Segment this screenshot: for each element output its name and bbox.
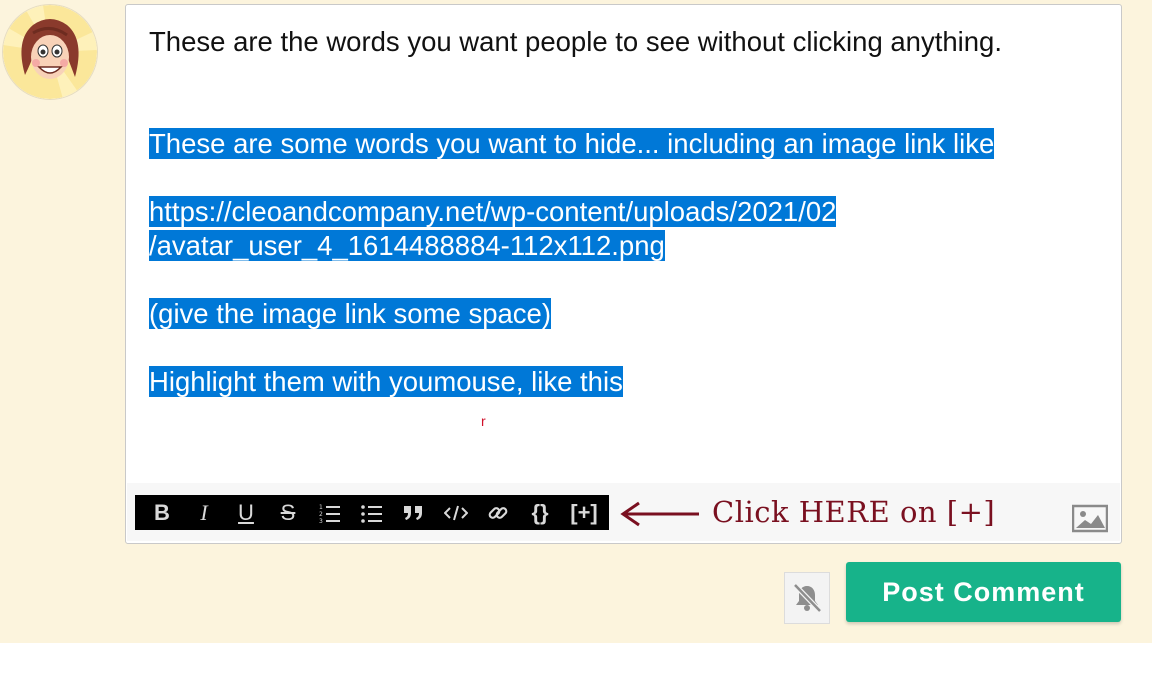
ordered-list-button[interactable]: 1 2 3 <box>309 495 351 530</box>
left-arrow-icon <box>620 501 699 527</box>
image-icon <box>1071 504 1109 533</box>
bold-button[interactable]: B <box>141 495 183 530</box>
code-block-icon: {} <box>531 499 549 525</box>
underline-button[interactable]: U <box>225 495 267 530</box>
hidden-text-line-4-start: Highlight them with you <box>149 366 434 397</box>
hidden-text-line-1: These are some words you want to hide...… <box>149 128 995 159</box>
italic-button[interactable]: I <box>183 495 225 530</box>
unordered-list-icon <box>361 504 382 523</box>
hidden-text-line-4-end: mouse, like this <box>433 366 623 397</box>
code-icon <box>444 505 468 520</box>
bell-muted-icon <box>793 583 822 613</box>
bold-icon: B <box>154 499 170 525</box>
ordered-list-icon: 1 2 3 <box>319 504 340 523</box>
hidden-text-line-3: (give the image link some space) <box>149 298 551 329</box>
code-block-button[interactable]: {} <box>519 495 561 530</box>
code-button[interactable] <box>435 495 477 530</box>
comment-editor[interactable]: These are the words you want people to s… <box>125 4 1122 544</box>
annotation-text: Click HERE on [+] <box>712 495 996 529</box>
strikethrough-icon: S <box>280 499 296 525</box>
post-comment-button[interactable]: Post Comment <box>846 562 1121 622</box>
svg-text:3: 3 <box>319 518 323 523</box>
underline-icon: U <box>238 499 254 525</box>
intro-text: These are the words you want people to s… <box>149 26 1002 57</box>
spoiler-icon: [+] <box>570 499 598 525</box>
add-image-button[interactable] <box>1071 503 1109 533</box>
hidden-url-part-1: https://cleoandcompany.net/wp-content/up… <box>149 196 837 227</box>
hidden-url-part-2: /avatar_user_4_1614488884-112x112.png <box>149 230 665 261</box>
svg-text:2: 2 <box>319 511 323 518</box>
notification-toggle-button[interactable] <box>784 572 830 624</box>
link-icon <box>488 506 508 519</box>
blockquote-icon <box>404 505 422 520</box>
spoiler-button[interactable]: [+] <box>561 495 607 530</box>
strikethrough-button[interactable]: S <box>267 495 309 530</box>
comment-textarea[interactable]: These are the words you want people to s… <box>149 25 1089 399</box>
formatting-toolbar: B I U S 1 2 3 {} [+] <box>135 495 609 530</box>
svg-text:1: 1 <box>319 504 323 511</box>
avatar <box>2 4 98 100</box>
italic-icon: I <box>200 499 208 525</box>
typo-caret-mark: r <box>481 413 486 429</box>
unordered-list-button[interactable] <box>351 495 393 530</box>
blockquote-button[interactable] <box>393 495 435 530</box>
link-button[interactable] <box>477 495 519 530</box>
